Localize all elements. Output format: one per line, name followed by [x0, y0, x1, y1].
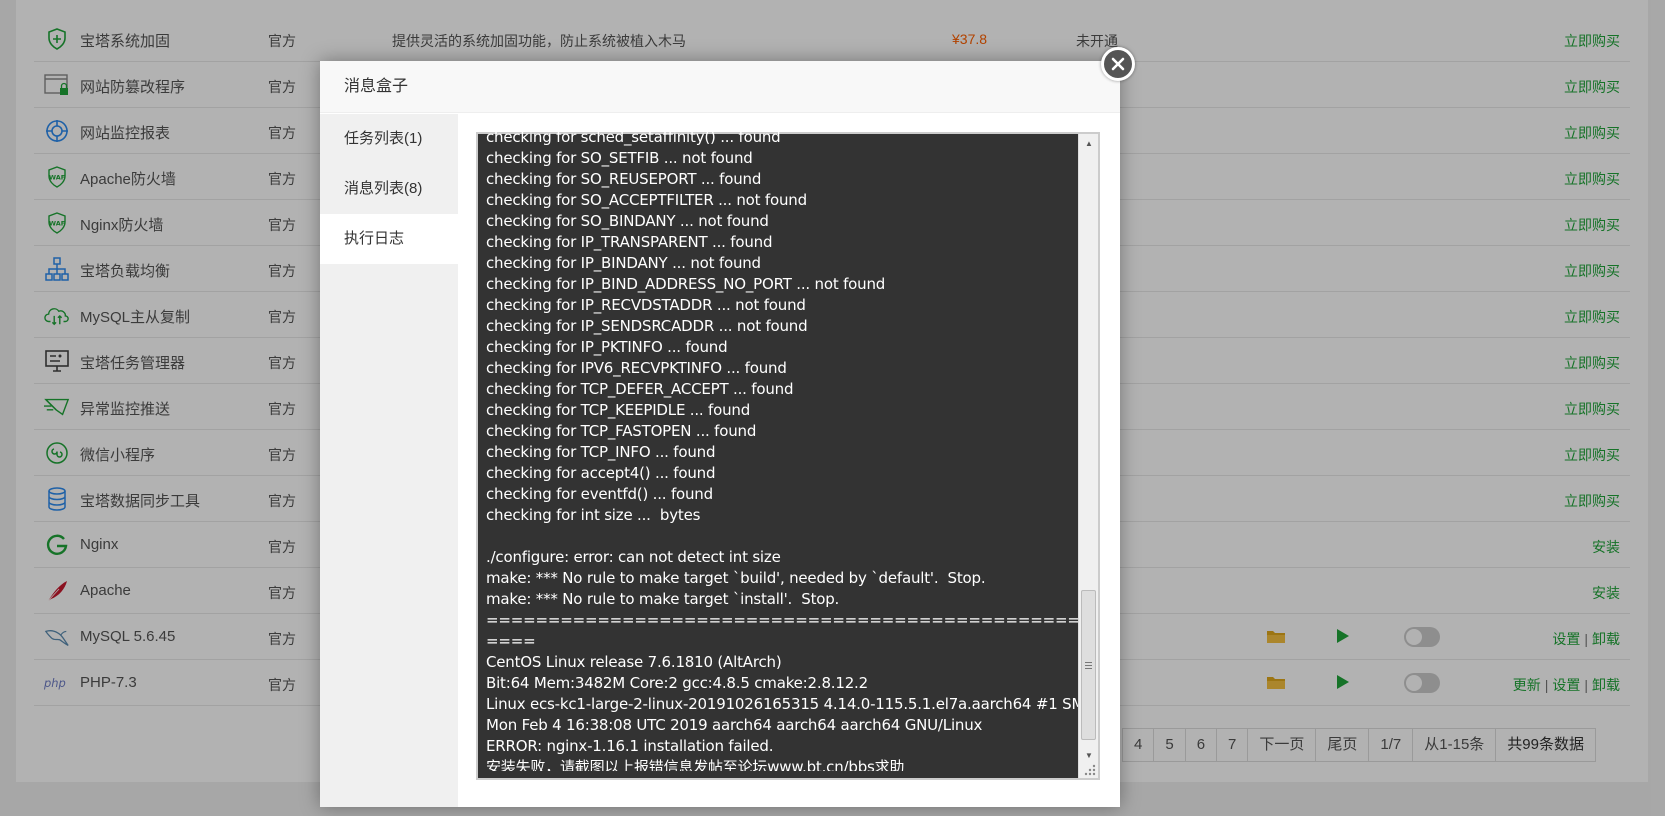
nav-message-list[interactable]: 消息列表(8) — [320, 164, 458, 214]
log-line: CentOS Linux release 7.6.1810 (AltArch) — [486, 653, 782, 671]
log-line: checking for IP_TRANSPARENT ... found — [486, 233, 773, 251]
log-line: checking for sched_setaffinity() ... fou… — [486, 128, 781, 146]
log-content: checking for sched_setaffinity() ... fou… — [478, 127, 1078, 771]
log-line: checking for IP_SENDSRCADDR ... not foun… — [486, 317, 808, 335]
scroll-down-arrow-icon[interactable]: ▼ — [1079, 746, 1099, 764]
log-line: checking for SO_REUSEPORT ... found — [486, 170, 762, 188]
log-line: Mon Feb 4 16:38:08 UTC 2019 aarch64 aarc… — [486, 716, 983, 734]
log-scrollbar[interactable]: ▲ ▼ — [1078, 134, 1098, 778]
nav-exec-log[interactable]: 执行日志 — [320, 214, 458, 264]
modal-title: 消息盒子 — [320, 61, 1120, 113]
log-line: ERROR: nginx-1.16.1 installation failed. — [486, 737, 774, 755]
modal-nav: 任务列表(1) 消息列表(8) 执行日志 — [320, 114, 458, 807]
resize-grip-icon[interactable] — [1084, 764, 1096, 776]
log-line: checking for int size ... bytes — [486, 506, 701, 524]
log-line: checking for SO_SETFIB ... not found — [486, 149, 753, 167]
log-line: ==== — [486, 632, 536, 650]
log-line: checking for SO_ACCEPTFILTER ... not fou… — [486, 191, 807, 209]
log-line: make: *** No rule to make target `instal… — [486, 590, 840, 608]
log-line: 安装失败，请截图以上报错信息发帖至论坛www.bt.cn/bbs求助 — [486, 758, 905, 771]
log-line: ./configure: error: can not detect int s… — [486, 548, 781, 566]
log-line: Linux ecs-kc1-large-2-linux-201910261653… — [486, 695, 1078, 713]
log-line: ========================================… — [486, 611, 1078, 629]
close-icon[interactable] — [1101, 47, 1135, 81]
log-line: checking for TCP_KEEPIDLE ... found — [486, 401, 751, 419]
log-line: Bit:64 Mem:3482M Core:2 gcc:4.8.5 cmake:… — [486, 674, 868, 692]
log-line: checking for SO_BINDANY ... not found — [486, 212, 769, 230]
log-line: checking for IPV6_RECVPKTINFO ... found — [486, 359, 787, 377]
nav-task-list[interactable]: 任务列表(1) — [320, 114, 458, 164]
log-line: checking for accept4() ... found — [486, 464, 716, 482]
log-line: make: *** No rule to make target `build'… — [486, 569, 986, 587]
log-line: checking for TCP_DEFER_ACCEPT ... found — [486, 380, 794, 398]
log-line: checking for IP_RECVDSTADDR ... not foun… — [486, 296, 806, 314]
log-line: checking for IP_BINDANY ... not found — [486, 254, 761, 272]
message-box-modal: 消息盒子 任务列表(1) 消息列表(8) 执行日志 checking for s… — [320, 61, 1120, 807]
log-line: checking for IP_PKTINFO ... found — [486, 338, 728, 356]
scroll-up-arrow-icon[interactable]: ▲ — [1079, 134, 1099, 152]
exec-log-textarea[interactable]: checking for sched_setaffinity() ... fou… — [476, 128, 1100, 780]
grip-icon — [1085, 661, 1092, 669]
log-line: checking for IP_BIND_ADDRESS_NO_PORT ...… — [486, 275, 886, 293]
log-line: checking for eventfd() ... found — [486, 485, 713, 503]
scroll-thumb[interactable] — [1081, 590, 1096, 740]
log-line: checking for TCP_FASTOPEN ... found — [486, 422, 757, 440]
log-line: checking for TCP_INFO ... found — [486, 443, 716, 461]
